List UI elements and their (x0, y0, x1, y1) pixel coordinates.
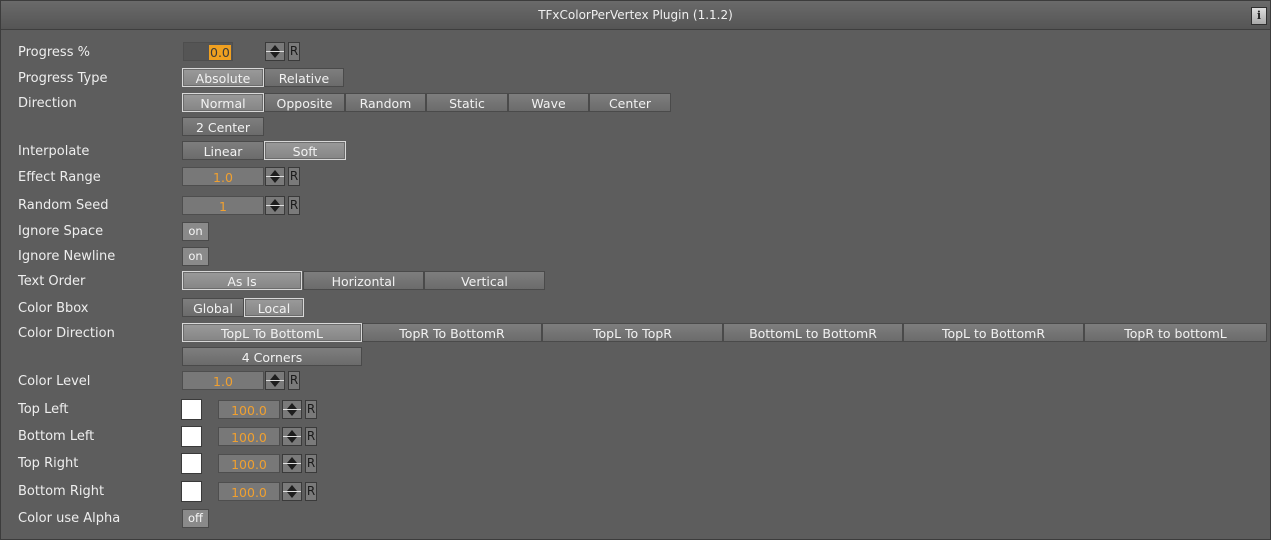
progress-label: Progress % (18, 45, 90, 60)
ignore-newline-label: Ignore Newline (18, 249, 116, 264)
bottom-left-color-swatch[interactable] (181, 426, 202, 447)
color-level-spinner[interactable] (265, 371, 285, 390)
text-order-label: Text Order (18, 274, 86, 289)
top-left-color-swatch[interactable] (181, 399, 202, 420)
top-left-spinner[interactable] (282, 400, 302, 419)
direction-opposite[interactable]: Opposite (264, 93, 345, 112)
color-level-input[interactable]: 1.0 (182, 371, 264, 390)
ignore-space-toggle[interactable]: on (182, 222, 209, 241)
effect-range-spinner[interactable] (265, 167, 285, 186)
bottom-left-reset-button[interactable]: R (305, 427, 317, 446)
bottom-left-spinner[interactable] (282, 427, 302, 446)
interpolate-soft[interactable]: Soft (264, 141, 346, 160)
effect-range-input[interactable]: 1.0 (182, 167, 264, 186)
bottom-left-label: Bottom Left (18, 429, 95, 444)
color-use-alpha-toggle[interactable]: off (182, 509, 209, 528)
direction-normal[interactable]: Normal (182, 93, 264, 112)
color-level-reset-button[interactable]: R (288, 371, 300, 390)
effect-range-label: Effect Range (18, 170, 101, 185)
ignore-space-label: Ignore Space (18, 224, 104, 239)
direction-wave[interactable]: Wave (508, 93, 589, 112)
color-direction-topr-to-bottomr[interactable]: TopR To BottomR (362, 323, 542, 342)
bottom-right-spinner[interactable] (282, 482, 302, 501)
color-direction-topl-to-bottomr[interactable]: TopL to BottomR (903, 323, 1084, 342)
color-level-label: Color Level (18, 374, 91, 389)
bottom-right-label: Bottom Right (18, 484, 105, 499)
top-left-reset-button[interactable]: R (305, 400, 317, 419)
direction-static[interactable]: Static (426, 93, 508, 112)
bottom-right-reset-button[interactable]: R (305, 482, 317, 501)
top-right-reset-button[interactable]: R (305, 454, 317, 473)
text-order-as-is[interactable]: As Is (182, 271, 302, 290)
ignore-newline-toggle[interactable]: on (182, 247, 209, 266)
text-order-horizontal[interactable]: Horizontal (303, 271, 424, 290)
direction-2-center[interactable]: 2 Center (182, 117, 264, 136)
random-seed-input[interactable]: 1 (182, 196, 264, 215)
color-bbox-global[interactable]: Global (182, 298, 244, 317)
progress-type-label: Progress Type (18, 71, 108, 86)
progress-input[interactable]: 0.0 (183, 42, 233, 61)
progress-type-relative[interactable]: Relative (264, 68, 344, 87)
color-direction-label: Color Direction (18, 326, 115, 341)
color-bbox-local[interactable]: Local (244, 298, 304, 317)
progress-value: 0.0 (209, 45, 231, 60)
random-seed-spinner[interactable] (265, 196, 285, 215)
info-button[interactable]: i (1251, 7, 1267, 25)
top-left-input[interactable]: 100.0 (218, 400, 280, 419)
top-right-color-swatch[interactable] (181, 453, 202, 474)
plugin-title: TFxColorPerVertex Plugin (1.1.2) (538, 8, 733, 22)
effect-range-reset-button[interactable]: R (288, 167, 300, 186)
color-bbox-label: Color Bbox (18, 301, 89, 316)
progress-type-absolute[interactable]: Absolute (182, 68, 264, 87)
direction-center[interactable]: Center (589, 93, 671, 112)
bottom-right-input[interactable]: 100.0 (218, 482, 280, 501)
title-bar: TFxColorPerVertex Plugin (1.1.2) i (1, 1, 1270, 30)
interpolate-linear[interactable]: Linear (182, 141, 264, 160)
random-seed-reset-button[interactable]: R (288, 196, 300, 215)
top-right-spinner[interactable] (282, 454, 302, 473)
color-direction-topr-to-bottoml[interactable]: TopR to bottomL (1084, 323, 1267, 342)
color-direction-4-corners[interactable]: 4 Corners (182, 347, 362, 366)
text-order-vertical[interactable]: Vertical (424, 271, 545, 290)
plugin-panel: TFxColorPerVertex Plugin (1.1.2) i Progr… (0, 0, 1271, 540)
direction-label: Direction (18, 96, 77, 111)
random-seed-label: Random Seed (18, 198, 109, 213)
color-direction-bottoml-to-bottomr[interactable]: BottomL to BottomR (723, 323, 903, 342)
bottom-right-color-swatch[interactable] (181, 481, 202, 502)
direction-random[interactable]: Random (345, 93, 426, 112)
bottom-left-input[interactable]: 100.0 (218, 427, 280, 446)
progress-spinner[interactable] (265, 42, 285, 61)
top-left-label: Top Left (18, 402, 69, 417)
color-use-alpha-label: Color use Alpha (18, 511, 121, 526)
color-direction-topl-to-bottoml[interactable]: TopL To BottomL (182, 323, 362, 342)
progress-reset-button[interactable]: R (288, 42, 300, 61)
interpolate-label: Interpolate (18, 144, 90, 159)
color-direction-topl-to-topr[interactable]: TopL To TopR (542, 323, 723, 342)
top-right-input[interactable]: 100.0 (218, 454, 280, 473)
top-right-label: Top Right (18, 456, 79, 471)
